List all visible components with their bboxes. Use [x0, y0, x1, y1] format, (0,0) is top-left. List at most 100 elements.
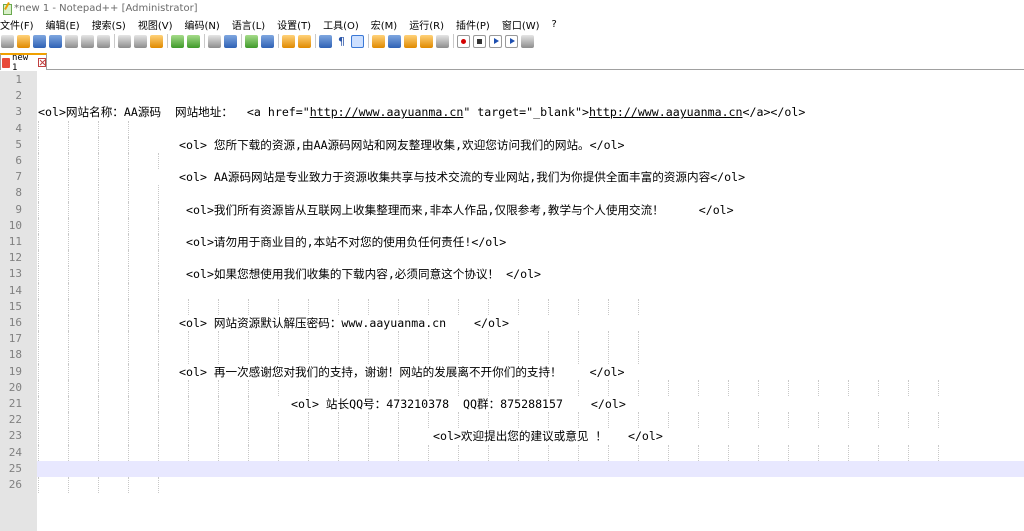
indent-guide: [878, 444, 879, 461]
save-macro-icon[interactable]: [521, 34, 534, 48]
run-macro-multiple-icon[interactable]: [505, 34, 518, 48]
code-line-16[interactable]: <ol> 网站资源默认解压密码：www.aayuanma.cn </ol>: [179, 315, 509, 331]
doc-map-icon[interactable]: [388, 34, 401, 48]
record-macro-icon[interactable]: [457, 34, 470, 48]
code-line-3[interactable]: <ol>网站名称：AA源码 网站地址： <a href="http://www.…: [38, 104, 805, 120]
sync-vertical-icon[interactable]: [282, 34, 295, 48]
indent-guide: [398, 347, 399, 364]
replace-icon[interactable]: [224, 34, 237, 48]
menu-item-0[interactable]: 文件(F): [0, 17, 36, 32]
menu-item-8[interactable]: 宏(M): [369, 17, 399, 32]
line-number: 25: [8, 461, 22, 475]
menu-item-7[interactable]: 工具(O): [321, 17, 361, 32]
find-icon[interactable]: [208, 34, 221, 48]
folder-workspace-icon[interactable]: [420, 34, 433, 48]
code-text: <ol>我们所有资源皆从互联网上收集整理而来,非本人作品,仅限参考,教学与个人使…: [186, 202, 734, 217]
indent-guide: [758, 444, 759, 461]
paste-icon[interactable]: [150, 34, 163, 48]
indent-guide: [38, 217, 39, 234]
indent-guide: [128, 136, 129, 153]
line-number: 21: [8, 397, 22, 410]
open-file-icon[interactable]: [17, 34, 30, 48]
code-line-23[interactable]: <ol>欢迎提出您的建议或意见 ！ </ol>: [433, 428, 663, 444]
user-lang-icon[interactable]: [372, 34, 385, 48]
indent-guide: [338, 298, 339, 315]
sync-horizontal-icon[interactable]: [298, 34, 311, 48]
indent-guide: [38, 363, 39, 380]
code-line-9[interactable]: <ol>我们所有资源皆从互联网上收集整理而来,非本人作品,仅限参考,教学与个人使…: [186, 202, 734, 218]
save-all-icon[interactable]: [49, 34, 62, 48]
indent-guide: [308, 444, 309, 461]
code-line-5[interactable]: <ol> 您所下载的资源,由AA源码网站和网友整理收集,欢迎您访问我们的网站。<…: [179, 137, 625, 153]
indent-guide: [308, 331, 309, 348]
indent-guide: [128, 428, 129, 445]
code-line-7[interactable]: <ol> AA源码网站是专业致力于资源收集共享与技术交流的专业网站,我们为你提供…: [179, 169, 745, 185]
indent-guide: [38, 379, 39, 396]
monitoring-icon[interactable]: [436, 34, 449, 48]
code-line-21[interactable]: <ol> 站长QQ号：473210378 QQ群：875288157 </ol>: [291, 396, 626, 412]
menu-item-3[interactable]: 视图(V): [136, 17, 175, 32]
close-icon[interactable]: [65, 34, 78, 48]
tab-new-1[interactable]: new 1: [0, 53, 47, 73]
code-line-19[interactable]: <ol> 再一次感谢您对我们的支持，谢谢！网站的发展离不开你们的支持！ </ol…: [179, 364, 625, 380]
line-number: 10: [8, 218, 22, 232]
editor[interactable]: 1 2 3 4 5 6 7 8 9 10 11 12 13 14 15 16 17 18 19 20 21 22 23 24 2…: [0, 71, 1024, 531]
new-file-icon[interactable]: [1, 34, 14, 48]
indent-guide: [368, 347, 369, 364]
close-tab-icon[interactable]: [37, 58, 46, 67]
zoom-in-icon[interactable]: [245, 34, 258, 48]
stop-macro-icon[interactable]: [473, 34, 486, 48]
code-text: <ol>如果您想使用我们收集的下载内容,必须同意这个协议！ </ol>: [186, 267, 542, 282]
toolbar: ¶: [0, 32, 1024, 50]
indent-guide: [98, 120, 99, 137]
indent-guide: [158, 331, 159, 348]
indent-guide: [338, 379, 339, 396]
indent-guide: [398, 331, 399, 348]
indent-guide: [308, 379, 309, 396]
show-all-chars-icon[interactable]: ¶: [335, 35, 348, 48]
print-icon[interactable]: [97, 34, 110, 48]
indent-guide: [128, 379, 129, 396]
menu-item-4[interactable]: 编码(N): [183, 17, 222, 32]
code-line-13[interactable]: <ol>如果您想使用我们收集的下载内容,必须同意这个协议！ </ol>: [186, 266, 541, 282]
code-text: <ol> 您所下载的资源,由AA源码网站和网友整理收集,欢迎您访问我们的网站。<…: [179, 137, 625, 152]
redo-icon[interactable]: [187, 34, 200, 48]
word-wrap-icon[interactable]: [319, 34, 332, 48]
menu-item-1[interactable]: 编辑(E): [44, 17, 82, 32]
indent-guide: [38, 428, 39, 445]
indent-guide: [68, 217, 69, 234]
indent-guide: [128, 477, 129, 494]
menu-item-5[interactable]: 语言(L): [230, 17, 267, 32]
menu-item-10[interactable]: 插件(P): [454, 17, 492, 32]
indent-guide: [548, 347, 549, 364]
zoom-out-icon[interactable]: [261, 34, 274, 48]
close-all-icon[interactable]: [81, 34, 94, 48]
code-text: <ol> 网站资源默认解压密码：www.aayuanma.cn </ol>: [179, 316, 509, 330]
menu-item-2[interactable]: 搜索(S): [90, 17, 128, 32]
menu-item-12[interactable]: ?: [550, 19, 559, 30]
indent-guide: [38, 347, 39, 364]
indent-guide-icon[interactable]: [351, 34, 364, 48]
menu-item-6[interactable]: 设置(T): [275, 17, 313, 32]
indent-guide: [68, 298, 69, 315]
indent-guide: [518, 347, 519, 364]
copy-icon[interactable]: [134, 34, 147, 48]
indent-guide: [458, 331, 459, 348]
indent-guide: [578, 347, 579, 364]
function-list-icon[interactable]: [404, 34, 417, 48]
menu-item-11[interactable]: 窗口(W): [500, 17, 542, 32]
cut-icon[interactable]: [118, 34, 131, 48]
code-line-11[interactable]: <ol>请勿用于商业目的,本站不对您的使用负任何责任!</ol>: [186, 234, 506, 250]
save-icon[interactable]: [33, 34, 46, 48]
indent-guide: [518, 298, 519, 315]
menu-item-9[interactable]: 运行(R): [407, 17, 446, 32]
code-area[interactable]: <ol>网站名称：AA源码 网站地址： <a href="http://www.…: [37, 71, 1024, 531]
indent-guide: [98, 136, 99, 153]
indent-guide: [68, 282, 69, 299]
play-macro-icon[interactable]: [489, 34, 502, 48]
indent-guide: [428, 331, 429, 348]
undo-icon[interactable]: [171, 34, 184, 48]
indent-guide: [68, 315, 69, 332]
indent-guide: [878, 412, 879, 429]
toolbar-separator: [114, 34, 115, 48]
